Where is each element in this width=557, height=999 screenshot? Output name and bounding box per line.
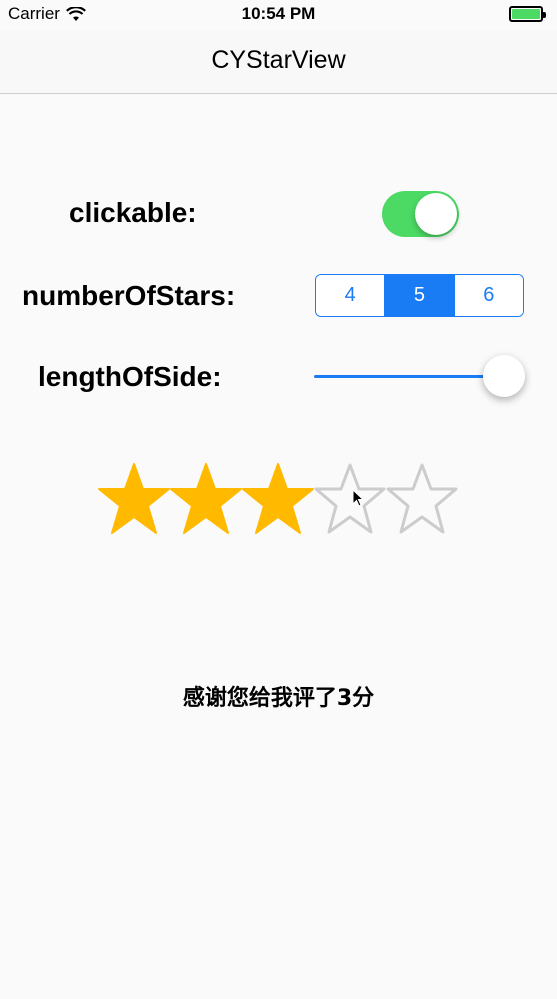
star-rating-view[interactable]	[97, 462, 460, 536]
clickable-toggle[interactable]	[382, 191, 459, 237]
length-of-side-slider-thumb[interactable]	[483, 355, 525, 397]
segment-option-4[interactable]: 4	[316, 275, 385, 316]
segment-option-5[interactable]: 5	[384, 275, 454, 316]
star-icon[interactable]	[385, 462, 459, 536]
segment-option-6[interactable]: 6	[453, 275, 523, 316]
star-icon[interactable]	[313, 462, 387, 536]
clickable-label: clickable:	[69, 197, 197, 228]
nav-title: CYStarView	[211, 46, 346, 74]
toggle-knob	[415, 193, 457, 235]
number-of-stars-label: numberOfStars:	[22, 280, 236, 311]
number-of-stars-segmented-control: 4 5 6	[315, 274, 524, 317]
status-bar: Carrier 10:54 PM	[0, 0, 557, 30]
length-of-side-slider-track[interactable]	[314, 375, 506, 378]
navigation-bar: CYStarView	[0, 30, 557, 94]
star-icon[interactable]	[97, 462, 171, 536]
star-icon[interactable]	[169, 462, 243, 536]
battery-fill	[512, 9, 540, 19]
mouse-cursor-icon	[352, 489, 364, 507]
rating-message: 感谢您给我评了3分	[182, 686, 375, 711]
star-icon[interactable]	[241, 462, 315, 536]
battery-icon	[509, 6, 546, 22]
length-of-side-label: lengthOfSide:	[38, 361, 222, 392]
status-time: 10:54 PM	[241, 4, 316, 23]
